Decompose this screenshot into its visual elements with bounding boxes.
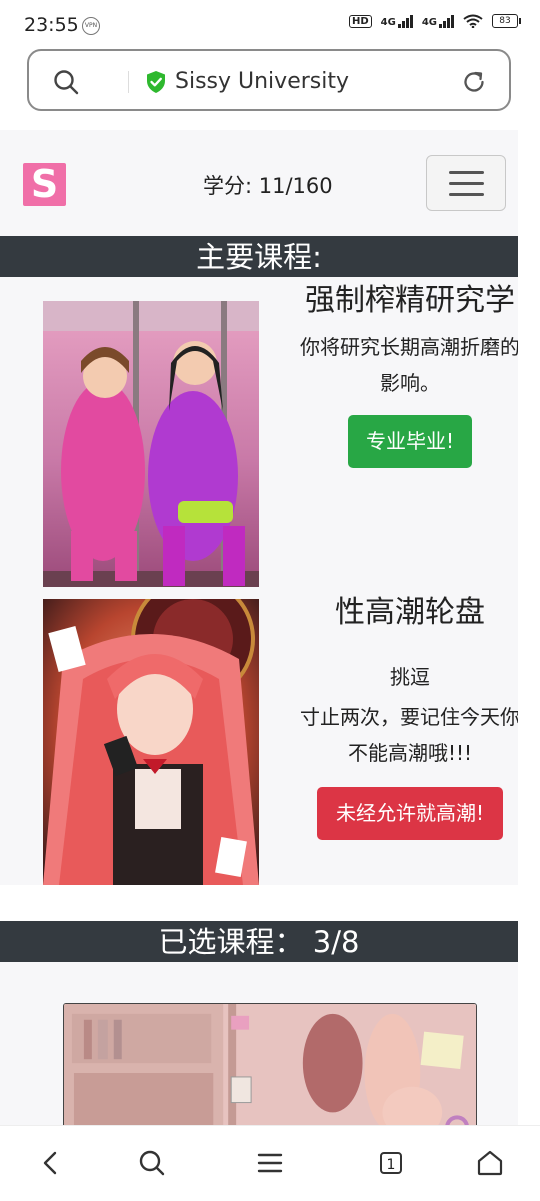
status-indicators: HD 4G 4G 83 [348, 14, 521, 28]
course-description: 你将研究长期高潮折磨的影响。 [300, 335, 518, 395]
selected-course-image[interactable] [63, 1003, 477, 1125]
web-page: S 学分: 11/160 主要课程: 强制榨精研究学 你将研究长期高潮折磨的影响… [0, 130, 518, 1125]
menu-icon[interactable] [255, 1148, 285, 1178]
graduate-button[interactable]: 专业毕业! [347, 415, 473, 468]
spacer [0, 885, 518, 921]
shield-check-icon [147, 71, 165, 93]
credits-counter: 学分: 11/160 [203, 174, 333, 198]
address-bar[interactable]: Sissy University [27, 49, 511, 111]
orgasm-without-permission-button[interactable]: 未经允许就高潮! [316, 787, 504, 840]
hamburger-menu-button[interactable] [426, 155, 506, 211]
course-image[interactable] [43, 599, 259, 885]
home-icon[interactable] [475, 1148, 505, 1178]
browser-bottom-bar: 1 [0, 1125, 540, 1201]
wifi-icon [463, 14, 483, 28]
site-logo[interactable]: S [23, 163, 66, 206]
status-bar: 23:55 VPN HD 4G 4G 83 [0, 0, 540, 48]
section-header-main-courses: 主要课程: [0, 236, 518, 277]
search-icon[interactable] [137, 1148, 167, 1178]
signal-icon-2: 4G [422, 14, 454, 28]
course-description: 寸止两次，要记住今天你不能高潮哦!!! [300, 705, 518, 765]
battery-icon: 83 [492, 14, 521, 28]
search-icon[interactable] [53, 69, 79, 95]
course-card: 性高潮轮盘 挑逗 寸止两次，要记住今天你不能高潮哦!!! 未经允许就高潮! [0, 593, 518, 885]
section-header-selected-courses: 已选课程： 3/8 [0, 921, 518, 962]
tabs-icon[interactable]: 1 [376, 1148, 406, 1178]
course-title: 性高潮轮盘 [335, 595, 485, 630]
course-title: 强制榨精研究学 [305, 283, 515, 318]
course-info: 强制榨精研究学 你将研究长期高潮折磨的影响。 专业毕业! [298, 277, 518, 468]
course-image[interactable] [43, 301, 259, 587]
vpn-icon: VPN [82, 17, 100, 35]
course-subtitle: 挑逗 [390, 665, 430, 689]
course-info: 性高潮轮盘 挑逗 寸止两次，要记住今天你不能高潮哦!!! 未经允许就高潮! [298, 593, 518, 840]
reload-icon[interactable] [461, 69, 487, 95]
divider [128, 71, 129, 93]
url-text[interactable]: Sissy University [175, 69, 349, 94]
signal-icon: 4G [381, 14, 413, 28]
tab-count: 1 [380, 1152, 402, 1174]
course-card: 强制榨精研究学 你将研究长期高潮折磨的影响。 专业毕业! [0, 277, 518, 587]
site-navbar: S 学分: 11/160 [0, 130, 518, 236]
hamburger-icon [449, 171, 484, 174]
back-icon[interactable] [36, 1148, 66, 1178]
status-time: 23:55 [24, 14, 79, 36]
hd-icon: HD [348, 14, 372, 28]
